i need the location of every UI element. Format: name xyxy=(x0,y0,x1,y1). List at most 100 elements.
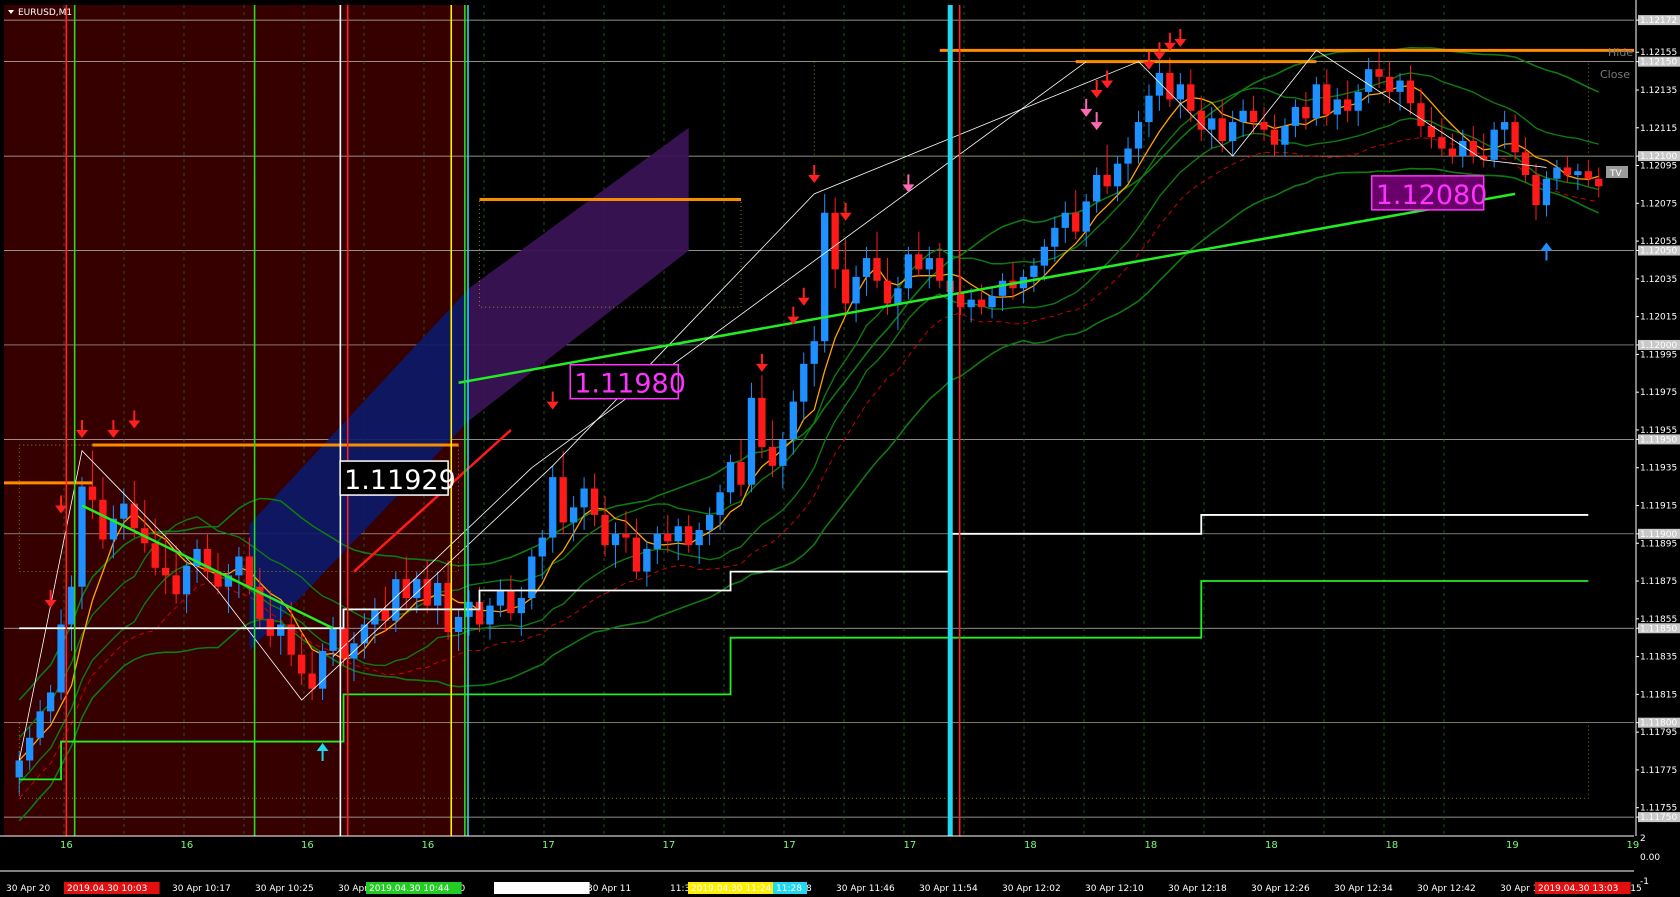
candle-body xyxy=(674,526,682,542)
symbol-header[interactable]: EURUSD,M1 xyxy=(8,8,72,18)
time-label: 30 Apr 12:26 xyxy=(1251,884,1310,894)
candle-body xyxy=(1281,125,1289,145)
candle-body xyxy=(1438,137,1446,149)
candle-body xyxy=(1469,140,1477,157)
minute-digit: 18 xyxy=(1386,840,1399,851)
candle-body xyxy=(611,533,620,546)
candle-body xyxy=(1260,122,1268,130)
price-tick-label: 1.12015 xyxy=(1640,313,1677,323)
price-chart[interactable]: 1.119291.119801.12080 1.121721.121551.12… xyxy=(0,0,1680,897)
minute-digit: 16 xyxy=(181,840,194,851)
candle-body xyxy=(1417,103,1425,126)
time-highlight-text: 2019.04.30 10:03 xyxy=(67,884,147,894)
time-label: 30 Apr 12:10 xyxy=(1085,884,1144,894)
candle-body xyxy=(329,628,337,651)
candle-body xyxy=(1072,212,1080,232)
candle-body xyxy=(1553,167,1561,179)
minute-digit: 16 xyxy=(422,840,435,851)
candle-body xyxy=(1595,178,1603,187)
price-tick-label: 1.12135 xyxy=(1640,86,1677,96)
candle-body xyxy=(789,401,797,440)
candle-body xyxy=(1490,129,1498,160)
candle-body xyxy=(988,295,996,308)
price-tick-label: 1.12150 xyxy=(1640,58,1677,68)
candle-body xyxy=(1103,174,1111,187)
time-label: 30 Apr 10:17 xyxy=(172,884,231,894)
candle-body xyxy=(1040,246,1049,266)
candle-body xyxy=(747,397,756,485)
candle-body xyxy=(1093,174,1101,202)
candle-body xyxy=(664,533,672,542)
hide-button[interactable]: Hide xyxy=(1608,46,1633,59)
tv-badge[interactable]: TV xyxy=(1606,166,1628,179)
candle-body xyxy=(726,462,735,493)
tv-badge-text: TV xyxy=(1609,169,1622,179)
candle-body xyxy=(26,737,34,761)
candle-body xyxy=(549,477,557,538)
price-tick-label: 1.12172 xyxy=(1640,16,1677,26)
candle-body xyxy=(883,280,892,304)
candle-body xyxy=(298,654,306,674)
candle-body xyxy=(1406,80,1415,104)
price-tick-label: 1.11795 xyxy=(1640,728,1677,738)
candle-body xyxy=(1113,163,1122,187)
candle-body xyxy=(810,341,818,364)
candle-body xyxy=(925,258,933,270)
candle-body xyxy=(800,363,808,402)
time-highlight-text: 2019.04.30 13:03 xyxy=(1538,884,1618,894)
candle-body xyxy=(528,556,536,599)
time-highlight-text: 11:28 xyxy=(776,884,802,894)
candle-body xyxy=(1459,140,1467,157)
candle-body xyxy=(653,533,661,549)
candle-body xyxy=(1354,91,1362,111)
time-label: 30 Apr 20 xyxy=(6,884,50,894)
candle-body xyxy=(936,258,944,281)
candle-body xyxy=(57,624,65,693)
candle-body xyxy=(977,299,986,308)
candle-body xyxy=(580,488,588,508)
candle-body xyxy=(1176,84,1185,100)
price-tick-label: 1.11895 xyxy=(1640,539,1677,549)
price-tick-label: 1.12095 xyxy=(1640,162,1677,172)
candle-body xyxy=(120,503,128,519)
candle-body xyxy=(643,548,651,572)
minute-digit: 17 xyxy=(904,840,917,851)
minute-digit: 18 xyxy=(1024,840,1037,851)
candle-body xyxy=(894,288,902,304)
candle-body xyxy=(590,488,599,515)
candle-body xyxy=(1344,99,1352,111)
time-label: 30 Apr 10:25 xyxy=(255,884,314,894)
candle-body xyxy=(915,254,923,270)
price-tick-label: 1.11950 xyxy=(1640,435,1677,445)
time-label: 30 Apr 12:18 xyxy=(1168,884,1227,894)
candle-body xyxy=(517,598,525,614)
candle-body xyxy=(1312,84,1320,119)
candle-body xyxy=(1396,80,1404,92)
candle-body xyxy=(1061,212,1069,228)
candle-body xyxy=(1030,265,1038,277)
candle-body xyxy=(1302,106,1310,119)
indicator-axis-label: 0.00 xyxy=(1640,853,1660,863)
candle-body xyxy=(1051,227,1059,247)
candle-body xyxy=(1584,171,1592,179)
candle-body xyxy=(841,269,850,304)
indicator-axis-label: 2 xyxy=(1640,834,1646,844)
candle-body xyxy=(182,565,191,595)
price-tick-label: 1.11835 xyxy=(1640,653,1677,663)
candle-body xyxy=(632,537,641,572)
candle-body xyxy=(1364,69,1373,92)
time-label: 30 Apr 11:46 xyxy=(836,884,895,894)
minute-digit: 17 xyxy=(663,840,676,851)
time-highlight-text: 2019.04.30 11:00 xyxy=(497,884,578,894)
candle-body xyxy=(402,579,410,599)
candle-body xyxy=(486,605,494,625)
candle-body xyxy=(821,212,829,342)
candle-body xyxy=(967,299,975,308)
minute-digit: 17 xyxy=(783,840,796,851)
close-button[interactable]: Close xyxy=(1600,68,1630,81)
candle-body xyxy=(1500,122,1509,130)
price-callout-text: 1.12080 xyxy=(1376,180,1488,211)
time-label: 30 Apr 12:02 xyxy=(1002,884,1061,894)
price-tick-label: 1.11995 xyxy=(1640,350,1677,360)
price-tick-label: 1.12050 xyxy=(1640,247,1677,257)
